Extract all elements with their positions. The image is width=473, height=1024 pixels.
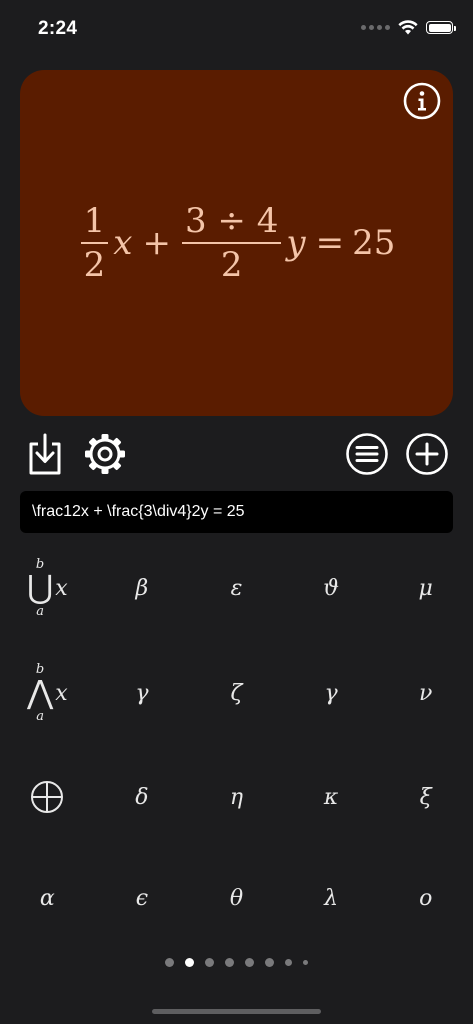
symbol-key-omicron[interactable]: o <box>378 844 473 952</box>
fraction-numerator: 1 <box>83 201 106 241</box>
page-dot[interactable] <box>185 958 194 967</box>
status-bar: 2:24 <box>0 0 473 60</box>
symbol-key-varepsilon[interactable]: ε <box>189 540 284 636</box>
symbol-key-vartheta[interactable]: ϑ <box>284 540 379 636</box>
add-formula-button[interactable] <box>405 432 449 476</box>
latex-input[interactable]: \frac12x + \frac{3\div4}2y = 25 <box>20 491 453 533</box>
symbol-key-delta[interactable]: δ <box>95 750 190 844</box>
page-dot[interactable] <box>303 960 308 965</box>
page-dot[interactable] <box>265 958 274 967</box>
plus-operator: + <box>142 223 171 263</box>
symbol-key-zeta[interactable]: ζ <box>189 636 284 750</box>
download-icon <box>29 433 61 475</box>
variable-y: y <box>286 223 306 263</box>
symbol-key-nu[interactable]: ν <box>378 636 473 750</box>
symbol-key-beta[interactable]: β <box>95 540 190 636</box>
page-dot[interactable] <box>225 958 234 967</box>
symbol-key-kappa[interactable]: κ <box>284 750 379 844</box>
symbol-key-big-union[interactable]: b ⋃ a x <box>0 540 95 636</box>
lower-limit: a <box>36 603 44 619</box>
symbol-key-mu[interactable]: μ <box>378 540 473 636</box>
battery-icon <box>426 21 456 34</box>
fraction-one-half: 1 2 <box>80 201 109 285</box>
formula-display: 1 2 x + 3 ÷ 4 2 y = 25 <box>20 70 453 416</box>
info-button[interactable] <box>403 82 441 120</box>
wifi-icon <box>398 20 418 35</box>
status-time: 2:24 <box>38 18 78 39</box>
toolbar <box>0 430 473 482</box>
settings-button[interactable] <box>83 432 127 476</box>
equals-operator: = <box>315 223 345 263</box>
status-icons <box>361 20 456 35</box>
symbol-key-big-wedge[interactable]: b ⋀ a x <box>0 636 95 750</box>
fraction-numerator: 3 ÷ 4 <box>184 201 279 241</box>
fraction-denominator: 2 <box>220 245 243 285</box>
operand: x <box>55 575 68 601</box>
page-dot[interactable] <box>245 958 254 967</box>
home-indicator <box>152 1009 321 1014</box>
symbol-key-lambda[interactable]: λ <box>284 844 379 952</box>
symbol-keyboard: b ⋃ a x β ε ϑ μ b ⋀ a x γ ζ γ ν δ η κ ξ <box>0 540 473 950</box>
circled-plus-icon <box>31 781 64 813</box>
page-dot[interactable] <box>285 959 292 966</box>
operand: x <box>55 680 68 706</box>
cellular-signal-icon <box>361 25 390 30</box>
plus-icon <box>406 433 448 475</box>
right-hand-side: 25 <box>352 223 396 263</box>
symbol-key-eta[interactable]: η <box>189 750 284 844</box>
page-dot[interactable] <box>205 958 214 967</box>
formula-list-button[interactable] <box>345 432 389 476</box>
page-indicator[interactable] <box>0 958 473 967</box>
symbol-key-circled-plus[interactable] <box>0 750 95 844</box>
lower-limit: a <box>36 708 44 724</box>
symbol-key-xi[interactable]: ξ <box>378 750 473 844</box>
big-union-glyph: ⋃ <box>26 568 54 607</box>
fraction-three-div-four-over-two: 3 ÷ 4 2 <box>181 201 282 285</box>
info-icon <box>403 82 441 120</box>
fraction-denominator: 2 <box>83 245 106 285</box>
symbol-key-gamma-2[interactable]: γ <box>284 636 379 750</box>
save-image-button[interactable] <box>23 432 67 476</box>
gear-icon <box>85 434 125 474</box>
big-wedge-glyph: ⋀ <box>26 673 54 712</box>
list-icon <box>346 433 388 475</box>
page-dot[interactable] <box>165 958 174 967</box>
variable-x: x <box>113 223 133 263</box>
symbol-key-gamma[interactable]: γ <box>95 636 190 750</box>
rendered-formula: 1 2 x + 3 ÷ 4 2 y = 25 <box>20 70 453 416</box>
symbol-key-alpha[interactable]: α <box>0 844 95 952</box>
symbol-key-epsilon[interactable]: ϵ <box>95 844 190 952</box>
symbol-key-theta[interactable]: θ <box>189 844 284 952</box>
